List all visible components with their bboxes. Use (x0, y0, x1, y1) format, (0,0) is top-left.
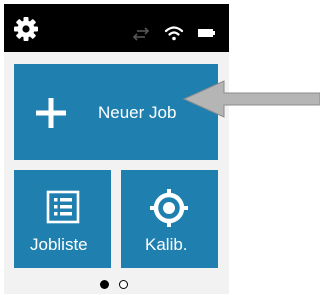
wifi-icon (164, 26, 184, 41)
crosshair-icon (150, 189, 188, 227)
device-screen: Neuer Job Jobliste Kalib. (4, 4, 229, 294)
job-list-label: Jobliste (30, 235, 88, 254)
new-job-label: Neuer Job (98, 103, 177, 122)
page-dot-active[interactable] (100, 280, 109, 289)
gear-icon[interactable] (13, 16, 39, 42)
status-bar (4, 4, 229, 52)
list-icon (46, 190, 80, 224)
annotation-arrow-icon (182, 80, 320, 118)
page-dot-inactive[interactable] (119, 280, 128, 289)
plus-icon (36, 98, 66, 128)
calibrate-label: Kalib. (145, 235, 188, 254)
page-indicator (100, 280, 140, 294)
battery-icon (198, 29, 215, 37)
calibrate-button[interactable]: Kalib. (121, 170, 218, 268)
sync-icon (132, 27, 150, 41)
job-list-button[interactable]: Jobliste (14, 170, 111, 268)
